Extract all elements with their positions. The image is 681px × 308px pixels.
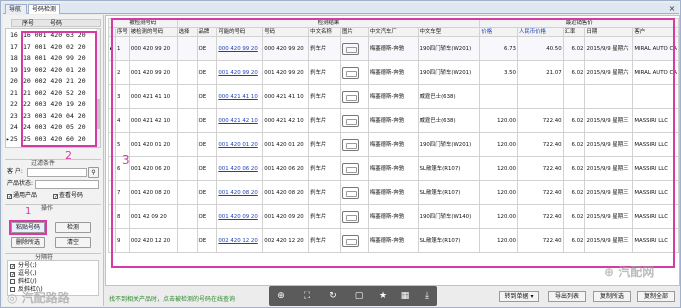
delete-selected-button[interactable]: 删除所选: [11, 237, 45, 248]
list-header-code: 号码: [50, 20, 63, 27]
convert-to-document-button[interactable]: 转到单据 ▾: [499, 291, 539, 302]
crop-icon[interactable]: ▢: [353, 290, 365, 302]
separator-slash[interactable]: 斜杠(/): [10, 278, 37, 286]
annotation-1: 1: [25, 206, 32, 217]
rotate-icon[interactable]: ↻: [327, 290, 339, 302]
detect-button[interactable]: 检测: [55, 222, 91, 233]
general-product-checkbox[interactable]: ✓通用产品: [7, 192, 37, 200]
status-hint: 找不到相关产品时，点击被检测的号码在线查询: [109, 296, 236, 303]
search-icon: ⚲: [91, 169, 96, 176]
status-select[interactable]: [35, 180, 99, 189]
annotation-box-table: [111, 18, 675, 268]
tab-navigation[interactable]: 导航: [5, 4, 27, 14]
annotation-box-list: [21, 31, 97, 147]
close-icon[interactable]: ×: [668, 5, 676, 13]
export-list-button[interactable]: 导出列表: [548, 291, 586, 302]
list-header: 序号 号码: [11, 19, 101, 27]
annotation-box-paste: [9, 220, 47, 235]
ops-section-title: 操作: [5, 204, 101, 212]
fit-screen-icon[interactable]: ⛶: [301, 290, 313, 302]
watermark-right: ⊕ 汽配网: [604, 265, 655, 279]
download-icon[interactable]: ⤓: [421, 290, 433, 302]
separator-semicolon[interactable]: ✓ 分号(;): [10, 262, 37, 270]
viewer-toolbar: ⊕ ⛶ ↻ ▢ ★ ▦ ⤓: [269, 286, 437, 306]
search-button[interactable]: ⚲: [88, 167, 99, 178]
tab-bar: 导航 号码检测 ×: [3, 3, 679, 14]
query-number-checkbox[interactable]: ✓查看号码: [53, 192, 83, 200]
watermark-left: ◎ 汽配路路: [7, 291, 70, 305]
customer-input[interactable]: [27, 168, 87, 177]
copy-selected-button[interactable]: 复制所选: [593, 291, 631, 302]
filter-section-title: 过滤条件: [5, 159, 101, 167]
grid-icon[interactable]: ▦: [399, 290, 411, 302]
annotation-3: 3: [122, 153, 130, 167]
clear-button[interactable]: 清空: [55, 237, 91, 248]
status-label: 产品状态:: [7, 180, 34, 187]
app-window: 导航 号码检测 × 序号 号码 16 16 001 420 63 20 17 17 0…: [0, 0, 681, 308]
tab-number-detection[interactable]: 号码检测: [28, 4, 60, 14]
customer-label: 客 户:: [7, 168, 23, 175]
list-header-seq: 序号: [22, 20, 35, 27]
left-panel: 序号 号码 16 16 001 420 63 20 17 17 001 420 02 …: [3, 15, 104, 306]
zoom-in-icon[interactable]: ⊕: [275, 290, 287, 302]
bookmark-icon[interactable]: ★: [377, 290, 389, 302]
copy-all-button[interactable]: 复制全部: [637, 291, 675, 302]
separator-comma[interactable]: ✓ 逗号(,): [10, 270, 37, 278]
